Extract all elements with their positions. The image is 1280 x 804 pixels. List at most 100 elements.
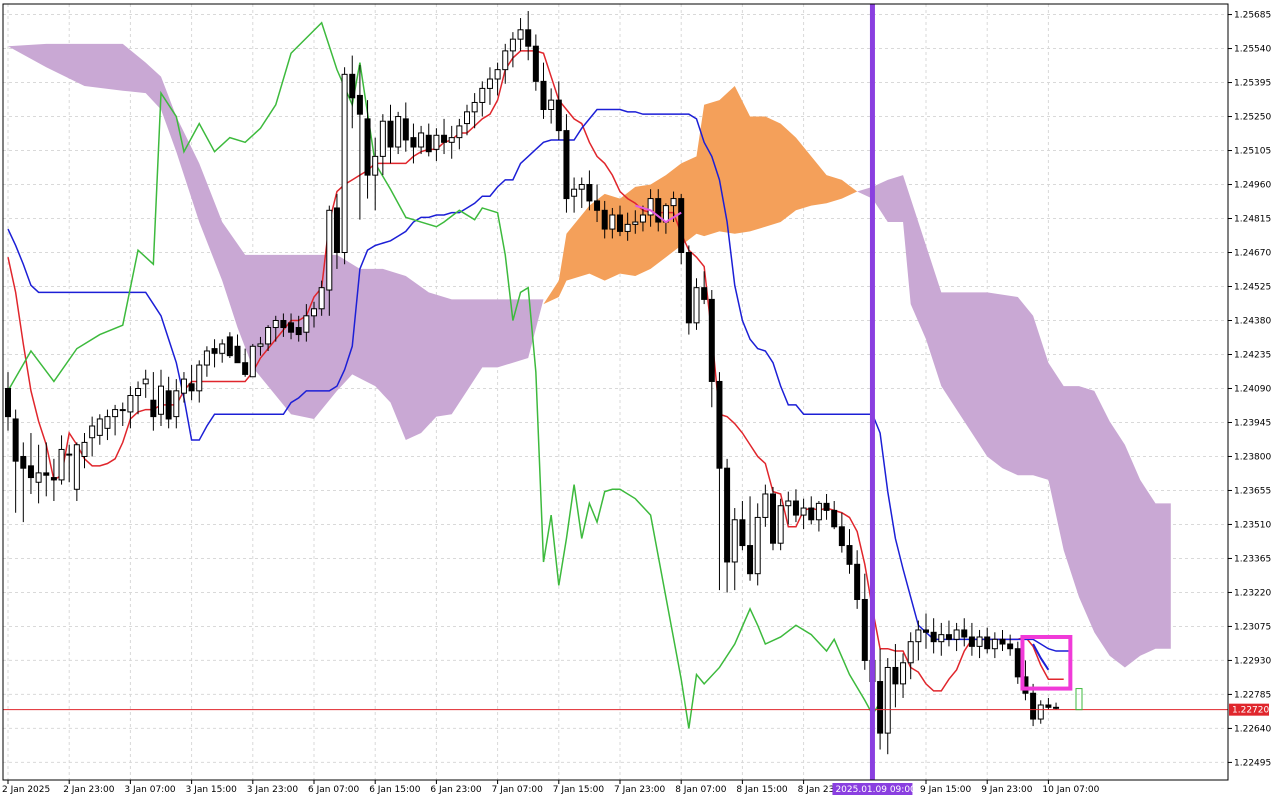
highlight-box	[1020, 634, 1073, 691]
y-tick-label: 1.23655	[1234, 486, 1271, 496]
candle-body	[502, 50, 509, 71]
candle-body	[632, 221, 639, 225]
candle-body	[999, 638, 1006, 645]
candle-body	[747, 545, 754, 575]
candle-body	[119, 409, 126, 412]
candle-body	[464, 111, 470, 125]
x-tick-label: 10 Jan 07:00	[1042, 785, 1099, 795]
candle-body	[953, 629, 960, 640]
y-tick-label: 1.24090	[1234, 384, 1271, 394]
candle-body	[471, 101, 478, 113]
y-tick-label: 1.23220	[1234, 588, 1271, 598]
indicator-lines	[7, 21, 1072, 729]
x-tick-label: 6 Jan 15:00	[369, 785, 421, 795]
candle-body	[900, 662, 907, 685]
x-tick-label: 9 Jan 23:00	[981, 785, 1033, 795]
candle-body	[127, 395, 134, 413]
x-tick-label: 7 Jan 15:00	[553, 785, 605, 795]
candle-body	[945, 634, 952, 640]
candle-body	[716, 380, 723, 469]
candle-body	[173, 390, 180, 418]
candle-body	[27, 465, 34, 479]
candle-body	[165, 390, 172, 420]
y-tick-label: 1.24670	[1234, 249, 1271, 259]
candle-body	[425, 134, 432, 153]
candle-body	[762, 493, 769, 518]
candle-body	[831, 509, 838, 528]
y-tick-label: 1.24525	[1234, 283, 1271, 293]
candle-body	[1037, 704, 1044, 720]
candle-body	[991, 638, 998, 650]
x-tick-label: 2 Jan 23:00	[63, 785, 115, 795]
candle-body	[815, 502, 822, 521]
candle-body	[968, 636, 975, 647]
candle-body	[731, 519, 738, 563]
candle-body	[433, 134, 440, 150]
candle-body	[525, 29, 532, 47]
candle-body	[265, 327, 272, 345]
y-tick-label: 1.24380	[1234, 316, 1271, 326]
candle-body	[494, 69, 501, 80]
y-tick-label: 1.23075	[1234, 622, 1271, 632]
candle-body	[685, 252, 692, 324]
candle-body	[341, 73, 348, 254]
candle-body	[372, 155, 379, 176]
x-axis: 2 Jan 2025 2 Jan 23:00 3 Jan 07:00 3 Jan 15…	[2, 780, 1100, 795]
candle-body	[242, 362, 249, 375]
candle-body	[280, 319, 287, 329]
candle-body	[555, 99, 562, 132]
candle-body	[150, 399, 157, 418]
candle-body	[96, 418, 103, 436]
candle-body	[387, 120, 394, 148]
candle-body	[43, 472, 50, 476]
candle-body	[318, 287, 325, 310]
y-tick-label: 1.23510	[1234, 520, 1271, 530]
candle-body	[1007, 643, 1014, 650]
candle-body	[517, 29, 524, 40]
candle-body	[624, 223, 631, 232]
y-tick-label: 1.23800	[1234, 452, 1271, 462]
candle-body	[456, 125, 463, 139]
candle-body	[104, 416, 111, 429]
x-tick-label: 9 Jan 15:00	[920, 785, 972, 795]
y-tick-label: 1.24235	[1234, 350, 1271, 360]
x-tick-label: 6 Jan 23:00	[430, 785, 482, 795]
candle-body	[846, 545, 853, 565]
candle-body	[410, 137, 417, 148]
candle-body	[548, 99, 555, 110]
candle-body	[823, 502, 830, 511]
candle-body	[135, 387, 142, 397]
candle-body	[379, 120, 386, 157]
candle-body	[257, 343, 264, 347]
candle-body	[907, 641, 914, 664]
candle-body	[976, 636, 983, 647]
candle-body	[693, 287, 700, 324]
candle-body	[617, 214, 623, 232]
candle-body	[479, 87, 486, 103]
candle-body	[288, 322, 295, 333]
candle-body	[571, 188, 578, 197]
candle-body	[861, 598, 868, 661]
x-tick-label: 7 Jan 23:00	[614, 785, 666, 795]
candle-body	[356, 94, 363, 115]
candle-body	[188, 383, 195, 392]
x-tick-label: 8 Jan 15:00	[736, 785, 788, 795]
x-tick-label: 7 Jan 07:00	[492, 785, 544, 795]
candle-body	[670, 198, 677, 207]
candlesticks	[5, 11, 1060, 755]
candle-body	[1014, 648, 1021, 678]
candle-body	[402, 118, 409, 141]
candle-body	[708, 298, 715, 382]
y-tick-label: 1.25250	[1234, 113, 1271, 123]
y-tick-label: 1.23945	[1234, 418, 1271, 428]
candle-body	[364, 118, 371, 176]
current-price-label: 1.22720	[1232, 706, 1269, 716]
candle-body	[203, 350, 210, 366]
candle-body	[249, 345, 256, 378]
candle-body	[724, 467, 731, 563]
y-tick-label: 1.22930	[1234, 656, 1271, 666]
candle-body	[326, 209, 333, 291]
candle-body	[509, 38, 516, 52]
y-tick-label: 1.25395	[1234, 79, 1271, 89]
candle-body	[50, 477, 57, 481]
